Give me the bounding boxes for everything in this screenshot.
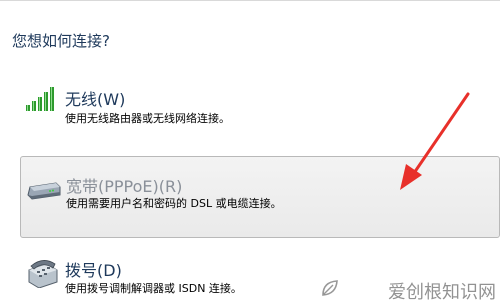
annotation-arrow-icon	[400, 92, 470, 190]
watermark-text: 爱创根知识网	[388, 282, 496, 303]
leaf-logo-icon	[320, 278, 340, 302]
